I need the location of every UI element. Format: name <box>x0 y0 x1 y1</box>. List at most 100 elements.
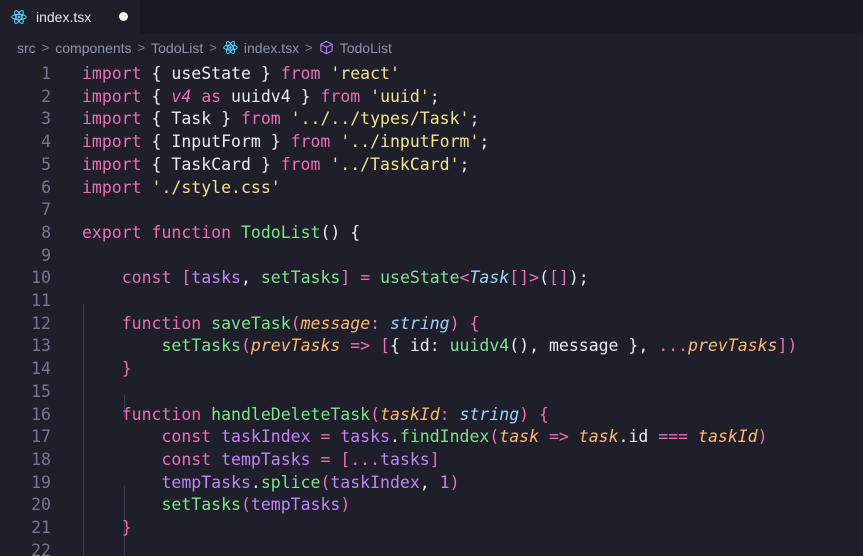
code-text: const taskIndex = tasks.findIndex(task =… <box>82 426 767 448</box>
code-token: ) <box>340 495 351 515</box>
code-line[interactable]: 18 const tempTasks = [...tasks] <box>0 449 863 471</box>
line-number: 15 <box>31 381 51 401</box>
code-text: export function TodoList() { <box>82 222 360 244</box>
code-line[interactable]: 3 import { Task } from '../../types/Task'… <box>0 108 863 130</box>
code-token: v4 <box>171 86 192 106</box>
code-token: task <box>578 427 619 447</box>
code-token: './style.css' <box>151 177 281 197</box>
code-line[interactable]: 4 import { InputForm } from '../inputForm… <box>0 131 863 153</box>
code-token: (), message }, <box>509 336 659 356</box>
breadcrumb-item-src[interactable]: src <box>17 40 36 56</box>
code-line[interactable]: 20 setTasks(tempTasks) <box>0 494 863 516</box>
code-line[interactable]: 5 import { TaskCard } from '../TaskCard'; <box>0 154 863 176</box>
code-token: tempTasks <box>161 472 251 492</box>
code-token: { InputForm } <box>141 132 291 152</box>
code-token: taskIndex <box>221 427 311 447</box>
code-token: taskId <box>698 427 758 447</box>
code-token: [ <box>380 336 390 356</box>
code-line[interactable]: 19 tempTasks.splice(taskIndex, 1) <box>0 472 863 494</box>
unsaved-dot-icon[interactable] <box>119 12 128 21</box>
code-token: ] <box>429 449 440 469</box>
code-line[interactable]: 17 const taskIndex = tasks.findIndex(tas… <box>0 426 863 448</box>
code-token: useState <box>380 268 460 288</box>
code-line[interactable]: 10 const [tasks, setTasks] = useState<Ta… <box>0 267 863 289</box>
code-line[interactable]: 22 <box>0 540 863 556</box>
code-text: setTasks(tempTasks) <box>82 494 350 516</box>
code-token: ; <box>459 154 470 174</box>
code-line[interactable]: 12 function saveTask(message: string) { <box>0 313 863 335</box>
code-token: .id <box>618 427 659 447</box>
code-text: import { v4 as uuidv4 } from 'uuid'; <box>82 86 440 108</box>
code-token: { id: <box>390 336 450 356</box>
code-text: import './style.css' <box>82 177 281 199</box>
code-token: message <box>300 313 371 333</box>
code-token: , <box>240 268 261 288</box>
chevron-right-icon: > <box>209 40 217 55</box>
code-token: 1 <box>439 472 450 492</box>
code-token: const <box>161 427 212 447</box>
line-number: 13 <box>31 336 51 356</box>
line-number: 11 <box>31 291 51 310</box>
code-token: tempTasks <box>221 449 311 469</box>
code-token: = <box>320 427 331 447</box>
tab-filename: index.tsx <box>36 9 92 25</box>
code-token: { useState } <box>141 64 281 83</box>
code-token: => <box>350 336 371 356</box>
code-line[interactable]: 1 import { useState } from 'react' <box>0 63 863 85</box>
code-line[interactable]: 6 import './style.css' <box>0 177 863 199</box>
code-token: ( <box>370 404 381 424</box>
code-token: => <box>548 427 569 447</box>
breadcrumb-item-components[interactable]: components <box>55 40 131 56</box>
code-text: import { TaskCard } from '../TaskCard'; <box>82 154 469 176</box>
code-text: const [tasks, setTasks] = useState<Task[… <box>82 267 589 289</box>
editor-tab[interactable]: index.tsx <box>0 0 140 34</box>
code-text: } <box>82 517 132 539</box>
breadcrumb-item-symbol[interactable]: TodoList <box>319 40 392 56</box>
code-line[interactable]: 9 <box>0 245 863 267</box>
code-line[interactable]: 13 setTasks(prevTasks => [{ id: uuidv4()… <box>0 335 863 357</box>
code-token: prevTasks <box>688 336 778 356</box>
line-number: 18 <box>31 449 51 469</box>
code-line[interactable]: 2 import { v4 as uuidv4 } from 'uuid'; <box>0 86 863 108</box>
code-token: ; <box>469 109 480 129</box>
code-token: from <box>320 86 361 106</box>
code-token: splice <box>260 472 321 492</box>
code-line[interactable]: 14 } <box>0 358 863 380</box>
code-token: () { <box>320 222 361 242</box>
code-line[interactable]: 8 export function TodoList() { <box>0 222 863 244</box>
breadcrumb-label: components <box>55 39 132 56</box>
code-token: < <box>459 268 470 288</box>
code-token: { <box>469 313 480 333</box>
code-line[interactable]: 21 } <box>0 517 863 539</box>
line-number: 8 <box>41 222 51 242</box>
code-text: setTasks(prevTasks => [{ id: uuidv4(), m… <box>82 335 797 357</box>
code-token: setTasks <box>161 495 241 515</box>
code-token: : <box>439 404 450 424</box>
code-line[interactable]: 16 function handleDeleteTask(taskId: str… <box>0 404 863 426</box>
code-token: from <box>290 132 331 152</box>
code-token: ( <box>290 313 301 333</box>
code-line[interactable]: 7 <box>0 199 863 221</box>
code-token: import <box>82 154 142 174</box>
code-token: ) <box>449 472 460 492</box>
code-token: ]) <box>777 336 798 356</box>
code-token: from <box>280 64 321 83</box>
code-editor[interactable]: 1 import { useState } from 'react' 2 import… <box>0 61 863 556</box>
breadcrumb-item-todolist-folder[interactable]: TodoList <box>151 40 203 56</box>
breadcrumb-item-file[interactable]: index.tsx <box>223 40 299 56</box>
breadcrumb-label: TodoList <box>339 39 392 56</box>
code-token: ( <box>240 336 251 356</box>
code-line[interactable]: 11 <box>0 290 863 312</box>
code-line[interactable]: 15 <box>0 381 863 403</box>
